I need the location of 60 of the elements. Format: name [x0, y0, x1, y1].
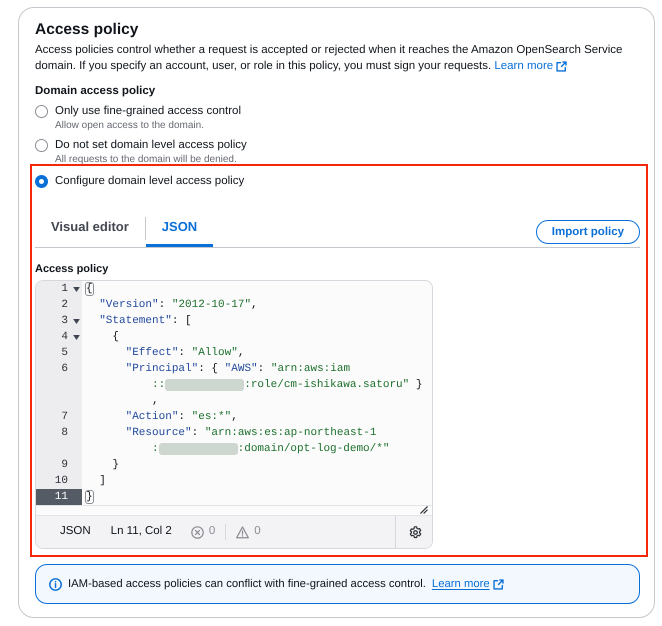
radio-button[interactable] [35, 138, 48, 152]
line-number: 2 [60, 298, 69, 313]
tab[interactable]: Visual editor [35, 209, 145, 247]
section-title: Access policy [35, 20, 140, 40]
error-count[interactable]: 0 [208, 523, 216, 541]
code-text: "Effect": "Allow", [126, 346, 244, 361]
line-number: 3 [60, 314, 69, 329]
code-text: : [152, 442, 159, 457]
settings-icon[interactable] [409, 526, 422, 538]
learn-more-link[interactable]: Learn more [494, 58, 568, 74]
code-text: "Version": "2012-10-17", [99, 298, 258, 313]
warning-icon[interactable] [236, 526, 250, 538]
code-text: "Principal": { "AWS": "arn:aws:iam [126, 362, 350, 377]
code-text: ] [99, 474, 106, 489]
code-text: } [112, 458, 120, 473]
option-description: Allow open access to the domain. [54, 119, 205, 132]
code-editor[interactable] [35, 280, 433, 549]
line-number: 1 [60, 282, 69, 297]
external-link-icon [492, 578, 504, 590]
fold-arrow-icon[interactable] [73, 318, 80, 324]
code-text: "Statement": [ [99, 314, 192, 329]
line-number: 8 [60, 426, 69, 441]
option-description: All requests to the domain will be denied. [54, 153, 238, 166]
warning-count[interactable]: 0 [254, 523, 261, 541]
description-text: Access policies control whether a request is accepted or rejected when it reaches the Amazon OpenSearch Service domain. If you specify an account, user, or role in this policy, you must sign your requests. Learn more [35, 43, 624, 74]
external-link-icon [556, 60, 568, 72]
line-number: 6 [60, 362, 69, 377]
option-label[interactable]: Configure domain level access policy [55, 173, 244, 189]
language-label: JSON [60, 524, 91, 540]
import-policy-button[interactable]: Import policy [536, 220, 640, 244]
code-text: :: [152, 378, 166, 393]
code-text: { [86, 282, 93, 297]
line-number: 9 [60, 458, 69, 473]
code-text: , [152, 394, 159, 409]
code-text: { [112, 330, 120, 345]
code-text: :role/cm-ishikawa.satoru" } [244, 378, 422, 393]
code-text: :domain/opt-log-demo/*" [238, 442, 390, 457]
line-number: 11 [36, 489, 82, 505]
line-number: 7 [60, 410, 69, 425]
learn-more-link[interactable]: Learn more [432, 576, 504, 592]
code-text: "Action": "es:*", [126, 410, 238, 425]
field-label: Access policy [35, 262, 110, 277]
alert-text: IAM-based access policies can conflict with fine-grained access control. [68, 576, 426, 592]
option-label[interactable]: Do not set domain level access policy [55, 137, 247, 153]
cursor-position: Ln 11, Col 2 [110, 524, 172, 540]
code-text: "Resource": "arn:aws:es:ap-northeast-1 [126, 426, 376, 441]
tab[interactable]: JSON [146, 209, 214, 247]
fold-arrow-icon[interactable] [73, 286, 80, 292]
option-label[interactable]: Only use fine-grained access control [55, 103, 242, 119]
error-icon[interactable] [190, 526, 204, 538]
radio-button[interactable] [35, 174, 48, 188]
fold-arrow-icon[interactable] [73, 334, 80, 340]
line-number: 10 [54, 474, 69, 489]
line-number: 5 [60, 346, 69, 361]
resize-handle-icon[interactable] [420, 506, 428, 514]
field-label: Domain access policy [35, 84, 156, 99]
line-number: 4 [60, 330, 69, 345]
code-text: } [86, 490, 93, 505]
info-icon [49, 578, 62, 590]
radio-button[interactable] [35, 104, 48, 118]
